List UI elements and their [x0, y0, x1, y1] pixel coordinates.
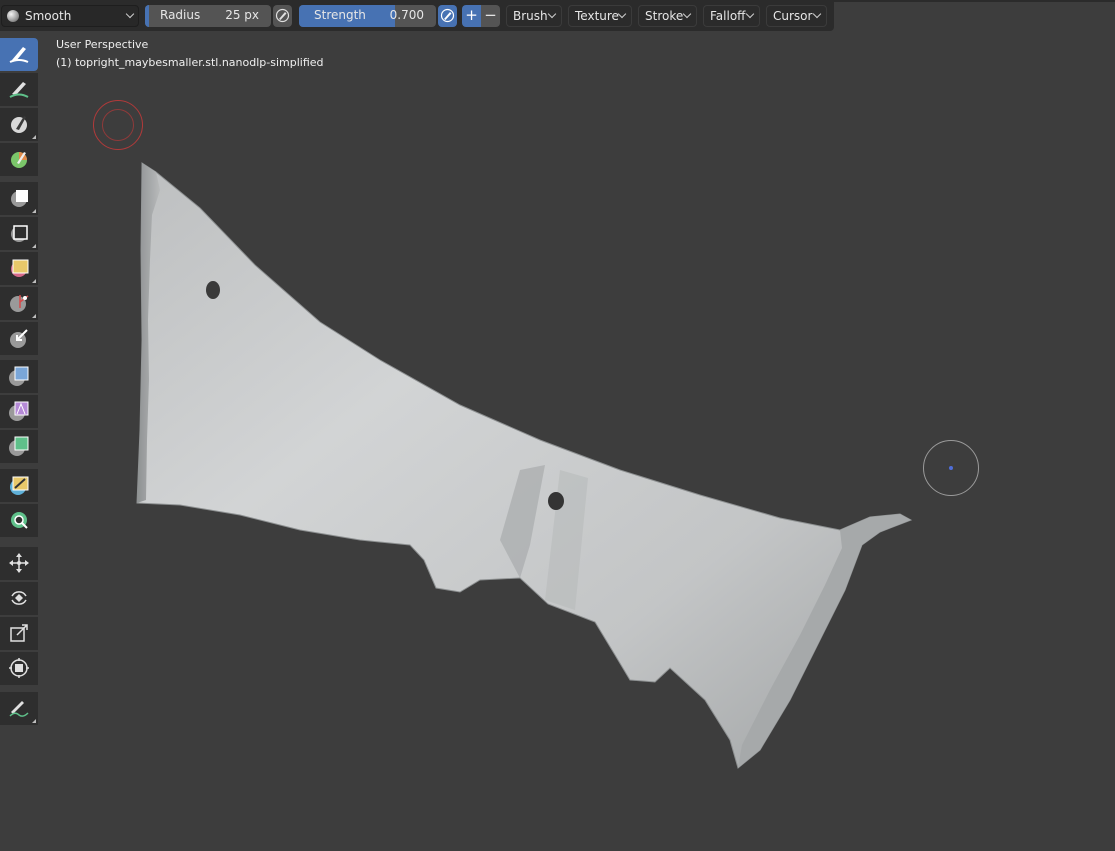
- rotate-icon: [11, 591, 27, 605]
- tool-corner: [32, 209, 36, 213]
- sculpt-mesh[interactable]: [0, 0, 1115, 851]
- color-filter-icon: [9, 436, 29, 456]
- tool-box-hide[interactable]: [0, 217, 38, 250]
- tool-paint[interactable]: [0, 143, 38, 176]
- box-mask-icon: [11, 190, 28, 207]
- edit-face-set-icon: [10, 476, 29, 495]
- annotate-icon: [9, 701, 29, 717]
- line-project-icon: [10, 329, 28, 348]
- tool-mesh-filter[interactable]: [0, 360, 38, 393]
- scale-icon: [10, 624, 28, 642]
- tool-smooth[interactable]: [0, 38, 38, 71]
- tool-mask[interactable]: [0, 108, 38, 141]
- tool-box-mask[interactable]: [0, 182, 38, 215]
- tool-rotate[interactable]: [0, 582, 38, 615]
- tool-corner: [32, 719, 36, 723]
- draw-brush-icon: [9, 82, 29, 98]
- tool-cloth-filter[interactable]: [0, 395, 38, 428]
- tool-draw[interactable]: [0, 73, 38, 106]
- tool-corner: [32, 314, 36, 318]
- tool-edit-face-set[interactable]: [0, 469, 38, 502]
- tool-move[interactable]: [0, 547, 38, 580]
- tool-corner: [32, 279, 36, 283]
- mask-by-color-icon: [11, 512, 28, 529]
- mesh-hole: [206, 281, 220, 299]
- box-trim-icon: [10, 295, 29, 312]
- tool-box-face-set[interactable]: [0, 252, 38, 285]
- navigation-gizmo-ring[interactable]: [923, 440, 979, 496]
- tool-color-filter[interactable]: [0, 430, 38, 463]
- box-hide-icon: [11, 225, 28, 242]
- tool-box-trim[interactable]: [0, 287, 38, 320]
- tool-annotate[interactable]: [0, 692, 38, 725]
- tool-mask-by-color[interactable]: [0, 504, 38, 537]
- box-face-set-icon: [11, 259, 29, 277]
- mesh-filter-icon: [9, 366, 29, 386]
- brush-inner-circle: [102, 109, 134, 141]
- brush-radius-circle: [93, 100, 143, 150]
- mesh-hole: [548, 492, 564, 510]
- viewport-object-name: (1) topright_maybesmaller.stl.nanodlp-si…: [56, 56, 324, 69]
- cloth-filter-icon: [9, 401, 29, 421]
- tool-line-project[interactable]: [0, 322, 38, 355]
- move-icon: [9, 553, 29, 573]
- tool-scale[interactable]: [0, 617, 38, 650]
- tool-corner: [32, 135, 36, 139]
- cursor-dot: [949, 466, 953, 470]
- smooth-brush-icon: [9, 47, 29, 63]
- mask-brush-icon: [11, 116, 27, 133]
- tool-corner: [32, 244, 36, 248]
- transform-icon: [9, 658, 29, 678]
- paint-brush-icon: [11, 152, 27, 168]
- viewport-title: User Perspective: [56, 38, 149, 51]
- tool-transform[interactable]: [0, 652, 38, 685]
